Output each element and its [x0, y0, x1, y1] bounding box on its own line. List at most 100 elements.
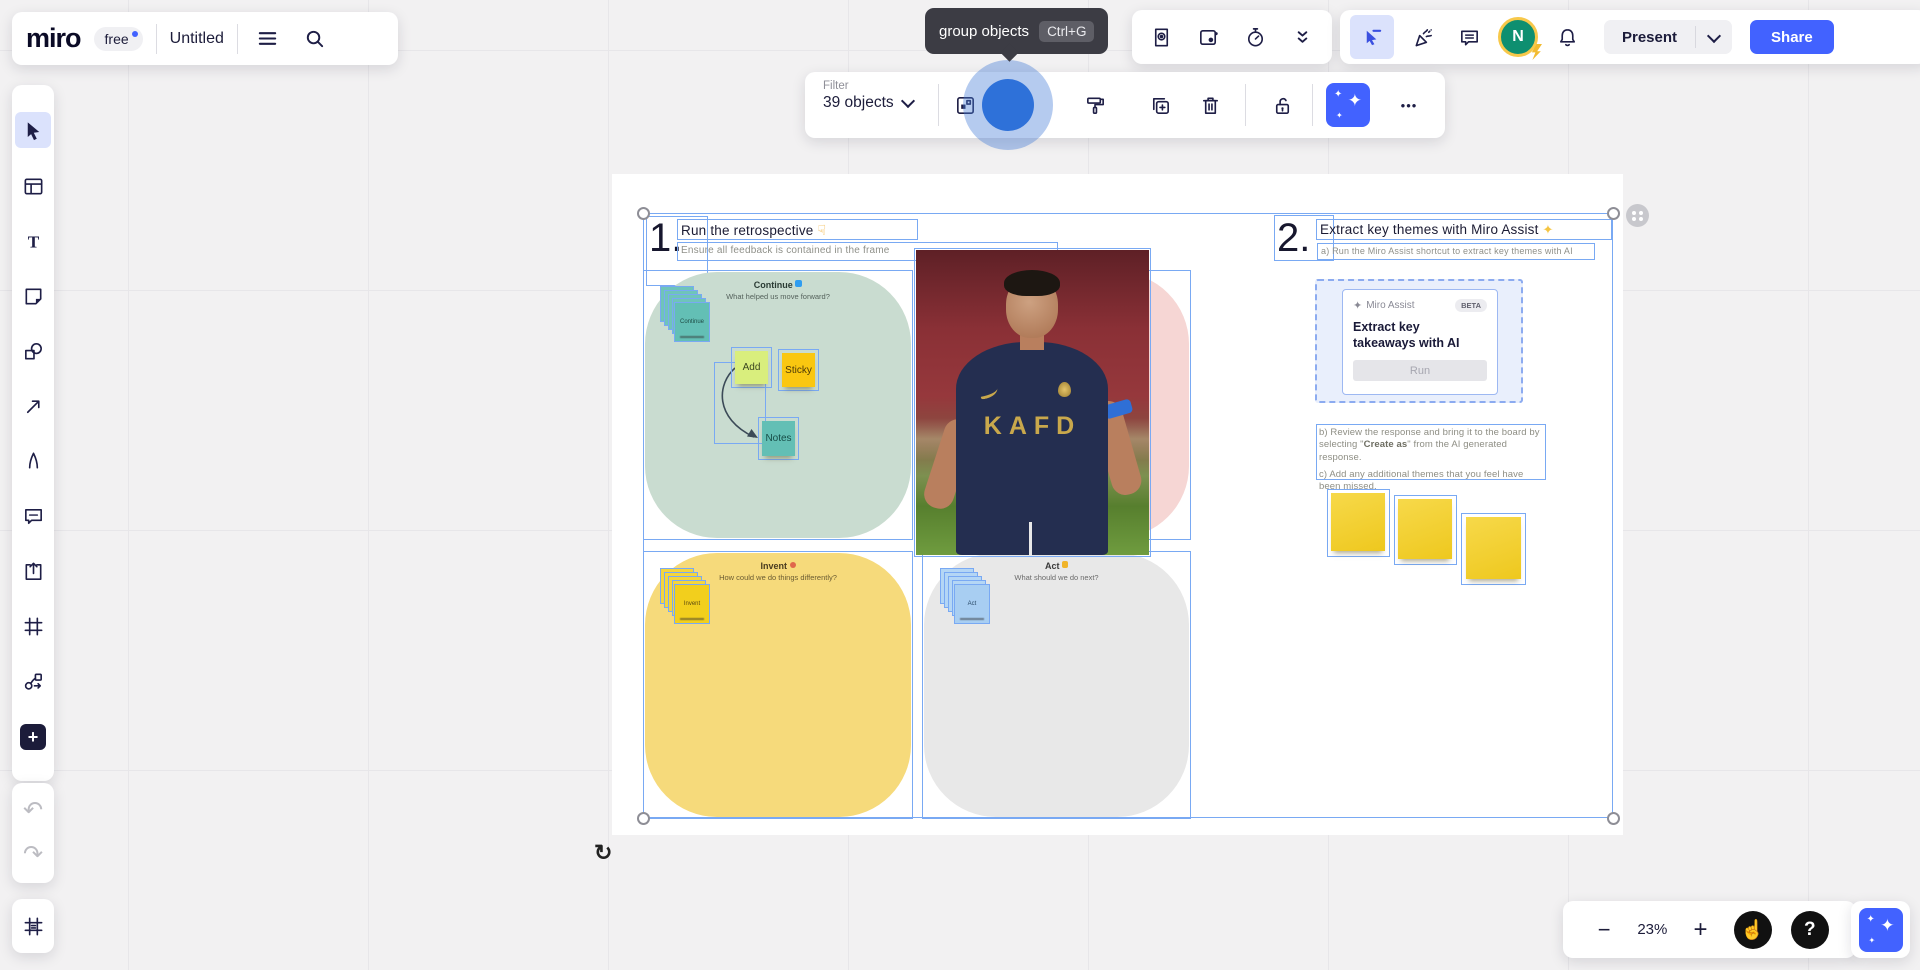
undo-button[interactable]: ↶	[16, 794, 50, 828]
diagramming-tool[interactable]	[16, 665, 50, 699]
interactive-tour-button[interactable]: ☝	[1734, 911, 1772, 949]
plus-icon: +	[1693, 916, 1707, 944]
ellipsis-icon: •••	[1401, 98, 1418, 113]
share-button[interactable]: Share	[1750, 20, 1834, 54]
frame2-subtitle[interactable]: a) Run the Miro Assist shortcut to extra…	[1321, 246, 1573, 256]
notes-button[interactable]	[1145, 20, 1179, 54]
more-tools-button[interactable]: +	[16, 720, 50, 754]
collapse-toolbar-button[interactable]	[1285, 20, 1319, 54]
sticky-stack-continue[interactable]: Continue	[660, 286, 714, 346]
select-tool[interactable]	[15, 112, 51, 148]
tooltip-label: group objects	[939, 23, 1029, 40]
pen-icon	[22, 450, 45, 473]
filter-dropdown[interactable]: Filter 39 objects	[823, 80, 894, 112]
comments-button[interactable]	[1452, 20, 1486, 54]
sticky-note-sticky[interactable]: Sticky	[782, 353, 815, 387]
frames-panel-button[interactable]	[16, 909, 50, 943]
chevron-down-icon	[1707, 29, 1721, 43]
plan-badge[interactable]: free	[94, 27, 143, 51]
assist-run-button[interactable]: Run	[1353, 360, 1487, 381]
sticky-note-tool[interactable]	[16, 279, 50, 313]
sticky-label: Notes	[765, 433, 791, 444]
yellow-sticky-1[interactable]	[1331, 493, 1385, 551]
undo-icon: ↶	[23, 799, 43, 823]
frame1-subtitle[interactable]: Ensure all feedback is contained in the …	[681, 245, 890, 256]
comment-icon	[22, 505, 45, 528]
zoom-in-button[interactable]: +	[1687, 913, 1715, 947]
pointing-down-emoji: ☟	[817, 222, 826, 238]
present-button[interactable]: Present	[1604, 29, 1695, 46]
cursor-visibility-button[interactable]	[1350, 15, 1394, 59]
confetti-icon	[1412, 26, 1435, 49]
yellow-sticky-2[interactable]	[1398, 499, 1452, 559]
redo-button[interactable]: ↷	[16, 838, 50, 872]
shapes-icon	[22, 340, 45, 363]
jersey-sponsor-text: KAFD	[916, 412, 1149, 441]
sparkle-icon: ✦	[1867, 915, 1875, 925]
upload-tool[interactable]	[16, 555, 50, 589]
user-avatar[interactable]: N	[1498, 17, 1538, 57]
text-tool[interactable]: T	[16, 224, 50, 258]
reactions-button[interactable]	[1406, 20, 1440, 54]
pen-tool[interactable]	[16, 444, 50, 478]
stopwatch-icon	[1244, 26, 1267, 49]
color-swatch-circle	[982, 79, 1034, 131]
selection-handle-nw[interactable]	[637, 207, 650, 220]
rotate-cursor-icon: ↻	[594, 840, 612, 866]
assist-sparkle-icon: ✦	[1353, 299, 1362, 312]
style-copy-button[interactable]	[1078, 88, 1112, 122]
frame1-number[interactable]: 1.	[649, 218, 682, 258]
selection-handle-se[interactable]	[1607, 812, 1620, 825]
beta-badge: BETA	[1455, 299, 1487, 312]
shorts-drawstring	[1029, 522, 1032, 555]
selection-handle-ne[interactable]	[1607, 207, 1620, 220]
more-options-button[interactable]: •••	[1392, 88, 1426, 122]
sparkles-emoji: ✦	[1543, 222, 1554, 237]
sticky-stack-invent[interactable]: Invent	[660, 568, 714, 628]
frame2-number[interactable]: 2.	[1277, 218, 1310, 258]
timer-button[interactable]	[1238, 20, 1272, 54]
cursor-icon	[22, 119, 45, 142]
shapes-tool[interactable]	[16, 334, 50, 368]
sticky-note-notes[interactable]: Notes	[762, 421, 795, 456]
topbar-middle	[1132, 10, 1332, 64]
miro-board-app: 1. Run the retrospective ☟ Ensure all fe…	[0, 0, 1920, 970]
footballer-image[interactable]: KAFD	[916, 250, 1149, 555]
yellow-sticky-3[interactable]	[1466, 517, 1521, 579]
board-title[interactable]: Untitled	[170, 30, 224, 48]
frame2-title[interactable]: Extract key themes with Miro Assist ✦	[1320, 222, 1554, 238]
screen-share-icon	[1197, 26, 1220, 49]
frame1-title[interactable]: Run the retrospective ☟	[681, 222, 826, 239]
screen-share-button[interactable]	[1192, 20, 1226, 54]
assist-toolbar-button[interactable]: ✦ ✦ ✦	[1326, 83, 1370, 127]
assist-corner-button[interactable]: ✦ ✦ ✦	[1859, 908, 1903, 952]
help-button[interactable]: ?	[1791, 911, 1829, 949]
assist-card[interactable]: ✦ Miro Assist BETA Extract key takeaways…	[1342, 289, 1498, 395]
group-objects-button[interactable]	[963, 60, 1053, 150]
zoom-out-button[interactable]: −	[1590, 913, 1618, 947]
zoom-level[interactable]: 23%	[1637, 921, 1667, 938]
miro-logo[interactable]: miro	[26, 23, 81, 54]
upload-icon	[22, 560, 45, 583]
notifications-button[interactable]	[1550, 20, 1584, 54]
connection-line-tool[interactable]	[16, 389, 50, 423]
duplicate-button[interactable]	[1143, 88, 1177, 122]
present-dropdown-button[interactable]	[1696, 28, 1732, 46]
tooltip-group-objects: group objects Ctrl+G	[925, 8, 1108, 54]
main-menu-button[interactable]	[251, 22, 285, 56]
search-button[interactable]	[298, 22, 332, 56]
sticky-note-add[interactable]: Add	[735, 351, 768, 384]
frames-list-icon	[22, 915, 45, 938]
assist-instructions[interactable]: b) Review the response and bring it to t…	[1319, 427, 1545, 494]
duplicate-plus-icon	[1149, 94, 1172, 117]
sticky-stack-act[interactable]: Act	[940, 568, 994, 628]
templates-tool[interactable]	[16, 169, 50, 203]
paint-roller-icon	[1084, 94, 1107, 117]
lock-button[interactable]	[1265, 88, 1299, 122]
quick-actions-grip[interactable]	[1626, 204, 1649, 227]
delete-button[interactable]	[1193, 88, 1227, 122]
minus-icon: −	[1598, 917, 1611, 943]
frames-tool[interactable]	[16, 610, 50, 644]
selection-handle-sw[interactable]	[637, 812, 650, 825]
comment-tool[interactable]	[16, 500, 50, 534]
